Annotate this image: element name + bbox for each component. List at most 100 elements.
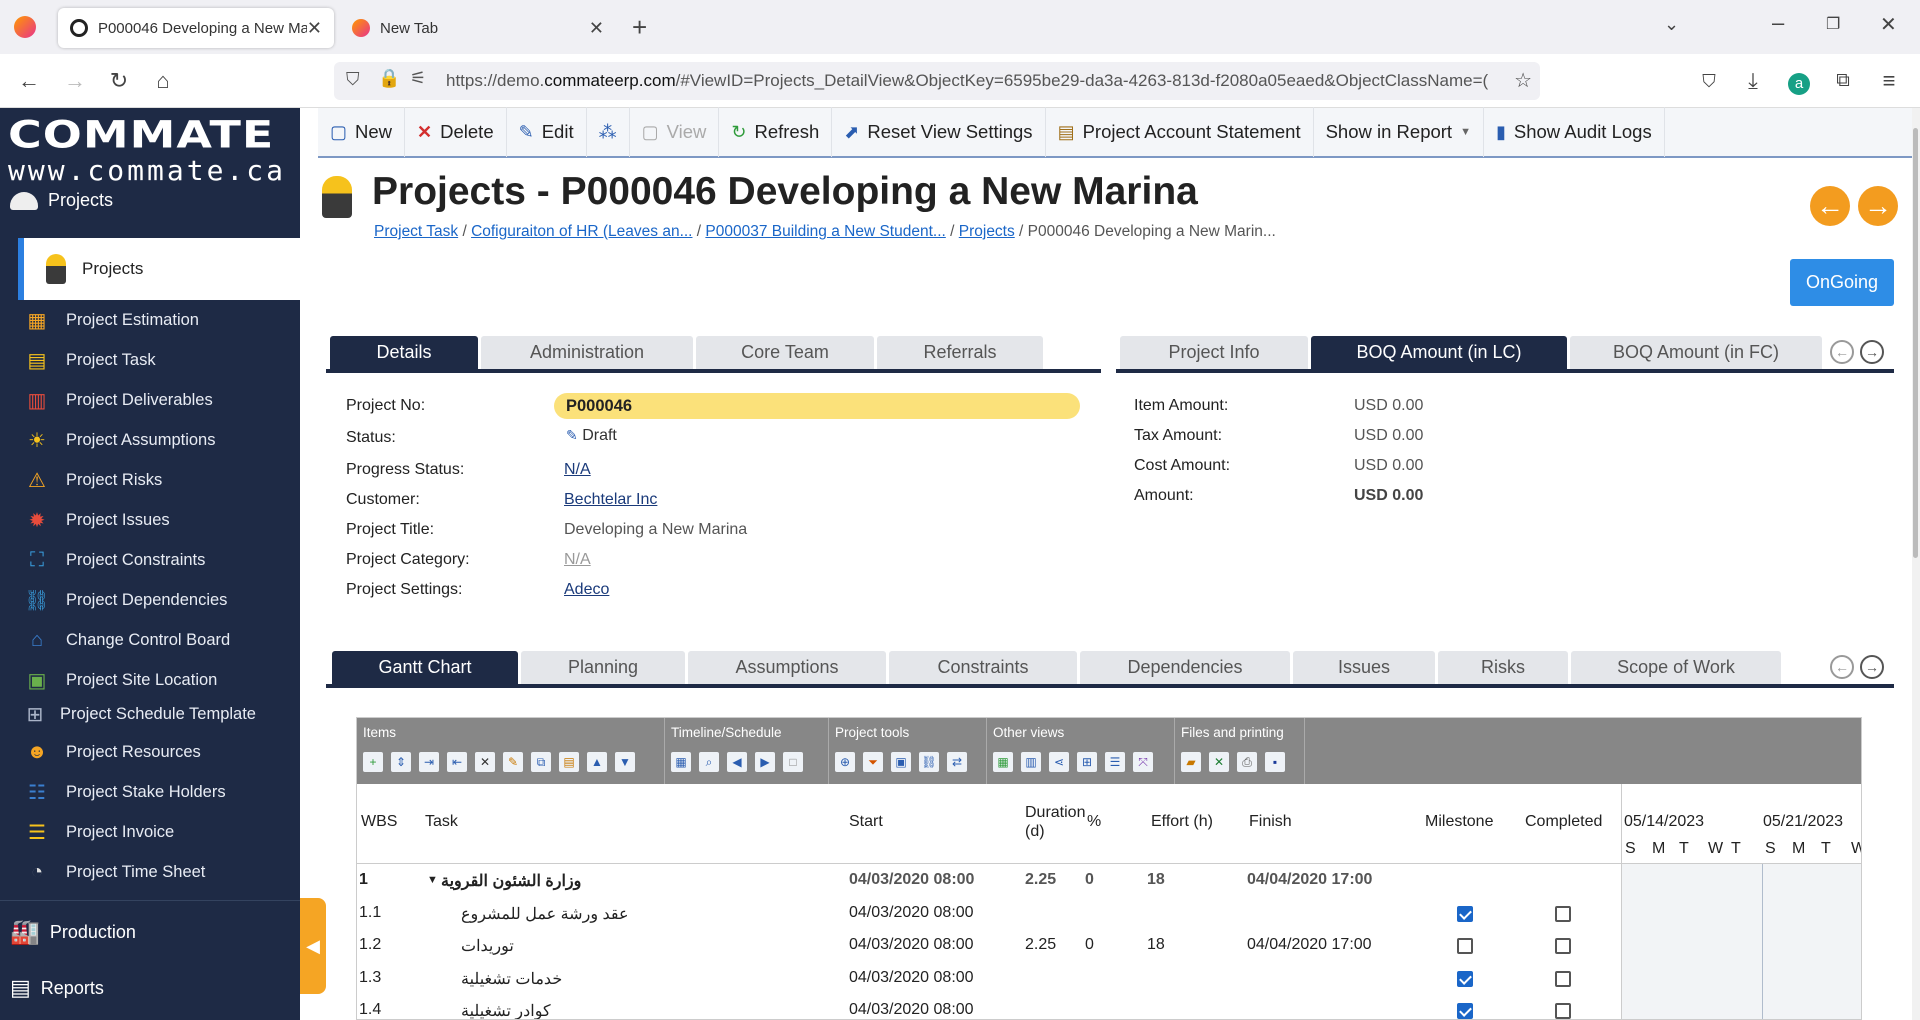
edit-button[interactable]: ✎ Edit	[507, 107, 587, 157]
open-folder-icon[interactable]: ▰	[1181, 752, 1201, 772]
sidebar-group-reports[interactable]: ▤ Reports	[10, 975, 104, 1001]
gantt-row[interactable]: 1 04/03/2020 08:00 2.25 0 18 04/04/2020 17:00…	[357, 864, 1597, 897]
reload-icon[interactable]: ↻	[106, 68, 132, 94]
collapse-row-icon[interactable]: ▼	[427, 874, 438, 886]
filter-icon[interactable]: ⏷	[863, 752, 883, 772]
blank-box-icon[interactable]: □	[783, 752, 803, 772]
list-view-icon[interactable]: ☰	[1105, 752, 1125, 772]
copy-icon[interactable]: ⧉	[531, 752, 551, 772]
tab-scope-of-work[interactable]: Scope of Work	[1571, 651, 1781, 684]
col-start[interactable]: Start	[849, 813, 883, 831]
bottom-tabs-prev-icon[interactable]: ←	[1830, 655, 1854, 679]
milestone-checkbox[interactable]	[1457, 970, 1473, 987]
project-settings-value[interactable]: Adeco	[564, 581, 609, 599]
scrollbar-thumb[interactable]	[1913, 128, 1918, 558]
firefox-menu-icon[interactable]	[14, 16, 36, 38]
page-scrollbar[interactable]	[1912, 108, 1920, 1020]
sidebar-item-change-control-board[interactable]: ⌂ Change Control Board	[22, 620, 230, 660]
gantt-row[interactable]: 1.4 04/03/2020 08:00 كوادر تشغيلية	[357, 994, 1597, 1019]
link-icon[interactable]: ⛓	[919, 752, 939, 772]
task-cell[interactable]: خدمات تشغيلية	[461, 969, 562, 989]
tab-gantt-chart[interactable]: Gantt Chart	[332, 651, 518, 684]
breadcrumb-link[interactable]: P000037 Building a New Student...	[705, 223, 945, 240]
browser-tab-active[interactable]: P000046 Developing a New Ma ✕	[58, 8, 334, 48]
previous-record-button[interactable]: ←	[1810, 186, 1850, 226]
sidebar-item-project-stake-holders[interactable]: ☷ Project Stake Holders	[22, 772, 226, 812]
gantt-row[interactable]: 1.1 04/03/2020 08:00 عقد ورشة عمل للمشروع	[357, 897, 1597, 930]
refresh-button[interactable]: ↻ Refresh	[719, 107, 833, 157]
milestone-checkbox[interactable]	[1457, 1003, 1473, 1019]
extensions-puzzle-icon[interactable]: ⧉	[1830, 68, 1856, 94]
outdent-icon[interactable]: ⇤	[447, 752, 467, 772]
completed-checkbox[interactable]	[1555, 1003, 1571, 1019]
permissions-icon[interactable]: ⚟	[410, 68, 426, 89]
hamburger-menu-icon[interactable]: ≡	[1876, 68, 1902, 94]
forward-arrow-icon[interactable]: →	[62, 68, 88, 94]
customer-link[interactable]: Bechtelar Inc	[564, 491, 657, 508]
baseline-icon[interactable]: ▣	[891, 752, 911, 772]
tab-constraints[interactable]: Constraints	[889, 651, 1077, 684]
pocket-icon[interactable]: ⛉	[1696, 68, 1722, 94]
show-in-report-dropdown[interactable]: Show in Report ▼	[1314, 107, 1484, 157]
tab-referrals[interactable]: Referrals	[877, 336, 1043, 369]
close-window-icon[interactable]: ✕	[1880, 12, 1897, 37]
scroll-right-icon[interactable]: ▶	[755, 752, 775, 772]
milestone-checkbox[interactable]	[1457, 905, 1473, 922]
task-cell[interactable]: وزارة الشئون القروية	[441, 871, 581, 891]
tab-planning[interactable]: Planning	[521, 651, 685, 684]
view-button[interactable]: ▢ View	[630, 107, 720, 157]
tab-assumptions[interactable]: Assumptions	[688, 651, 886, 684]
task-cell[interactable]: توريدات	[461, 936, 514, 956]
back-arrow-icon[interactable]: ←	[16, 68, 42, 94]
tab-core-team[interactable]: Core Team	[696, 336, 874, 369]
sidebar-item-project-issues[interactable]: ✹ Project Issues	[22, 500, 170, 540]
sidebar-item-project-assumptions[interactable]: ☀ Project Assumptions	[22, 420, 215, 460]
edit-task-icon[interactable]: ✎	[503, 752, 523, 772]
reset-view-settings-button[interactable]: ⬈ Reset View Settings	[832, 107, 1046, 157]
browser-tab-newtab[interactable]: New Tab ✕	[340, 8, 616, 48]
workflow-button[interactable]: ⁂	[587, 107, 630, 157]
collapse-sidebar-button[interactable]: ◀	[300, 898, 326, 994]
downloads-icon[interactable]: ⤓	[1740, 68, 1766, 94]
tab-issues[interactable]: Issues	[1293, 651, 1435, 684]
col-task[interactable]: Task	[425, 813, 458, 831]
sidebar-item-project-resources[interactable]: ☻ Project Resources	[22, 732, 200, 772]
col-milestone[interactable]: Milestone	[1425, 813, 1493, 831]
col-wbs[interactable]: WBS	[361, 813, 397, 831]
category-link[interactable]: N/A	[564, 551, 591, 568]
scroll-left-icon[interactable]: ◀	[727, 752, 747, 772]
sidebar-item-project-schedule-template[interactable]: ⊞ Project Schedule Template	[20, 694, 256, 734]
sidebar-item-project-invoice[interactable]: ☰ Project Invoice	[22, 812, 174, 852]
tab-boq-fc[interactable]: BOQ Amount (in FC)	[1570, 336, 1822, 369]
task-cell[interactable]: كوادر تشغيلية	[461, 1001, 551, 1019]
sidebar-item-projects[interactable]: Projects	[18, 238, 300, 300]
calendar-icon[interactable]: ▦	[671, 752, 691, 772]
breadcrumb-link[interactable]: Project Task	[374, 223, 458, 240]
completed-checkbox[interactable]	[1555, 970, 1571, 987]
milestone-checkbox[interactable]	[1457, 938, 1473, 954]
fullscreen-icon[interactable]: ⤧	[1133, 752, 1153, 772]
gantt-timeline-area[interactable]	[1621, 864, 1861, 1019]
extension-account-icon[interactable]: a	[1786, 68, 1812, 95]
tab-risks[interactable]: Risks	[1438, 651, 1568, 684]
next-record-button[interactable]: →	[1858, 186, 1898, 226]
sidebar-item-project-estimation[interactable]: ▦ Project Estimation	[22, 300, 199, 340]
tabs-next-icon[interactable]: →	[1860, 340, 1884, 364]
add-task-icon[interactable]: +	[363, 752, 383, 772]
project-category-value[interactable]: N/A	[564, 551, 591, 569]
gantt-row[interactable]: 1.2 04/03/2020 08:00 2.25 0 18 04/04/2020 17:…	[357, 929, 1597, 962]
delete-button[interactable]: ✕ Delete	[405, 107, 507, 157]
zoom-icon[interactable]: ⌕	[699, 752, 719, 772]
list-tabs-chevron-icon[interactable]: ⌄	[1664, 14, 1679, 35]
export-excel-icon[interactable]: ✕	[1209, 752, 1229, 772]
lock-icon[interactable]: 🔒	[378, 68, 400, 89]
chart-view-icon[interactable]: ▥	[1021, 752, 1041, 772]
sidebar-item-project-dependencies[interactable]: ⛓ Project Dependencies	[22, 580, 227, 620]
calendar-view-icon[interactable]: ▦	[993, 752, 1013, 772]
minimize-icon[interactable]: –	[1772, 10, 1784, 36]
breadcrumb-link[interactable]: Cofiguraiton of HR (Leaves an...	[471, 223, 692, 240]
hierarchy-view-icon[interactable]: ⊞	[1077, 752, 1097, 772]
bookmark-star-icon[interactable]: ☆	[1510, 68, 1532, 93]
tab-project-info[interactable]: Project Info	[1120, 336, 1308, 369]
tab-details[interactable]: Details	[330, 336, 478, 369]
